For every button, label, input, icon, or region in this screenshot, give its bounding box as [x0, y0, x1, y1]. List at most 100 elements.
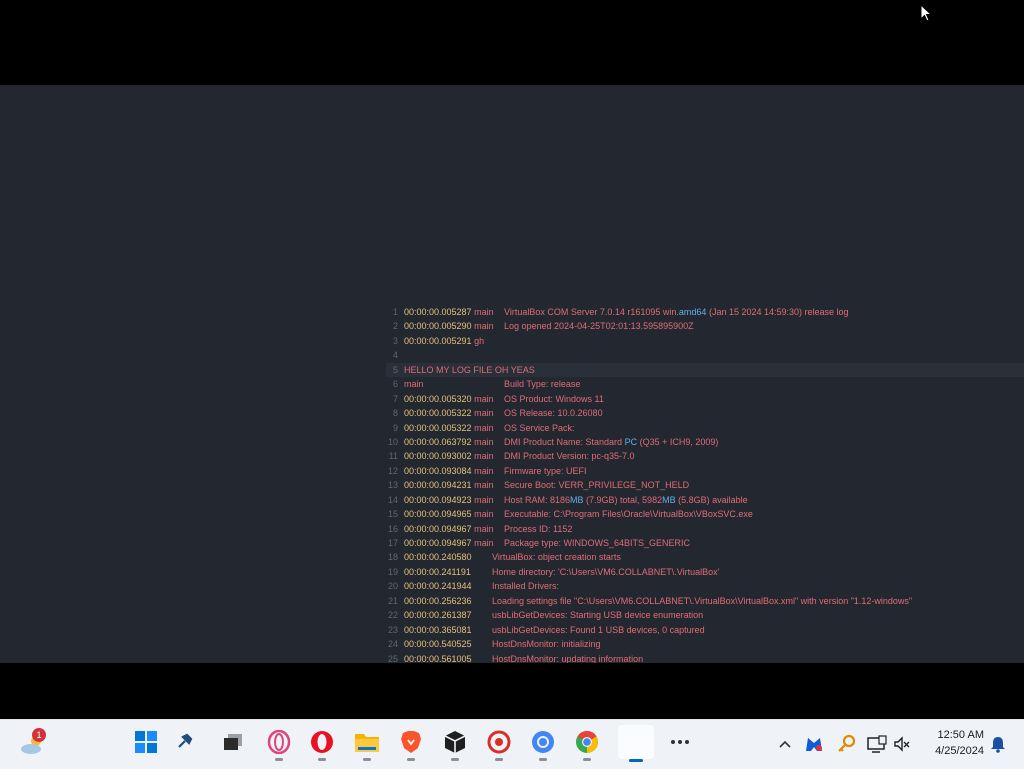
- log-thread: main: [404, 379, 424, 390]
- file-explorer-icon[interactable]: [354, 729, 380, 761]
- log-message: Process ID: 1152: [504, 523, 573, 534]
- line-number: 24: [387, 639, 398, 650]
- log-message: DMI Product Version: pc-q35-7.0: [504, 451, 635, 462]
- log-prefix: 00:00:00.094923 main: [404, 493, 504, 507]
- log-message: Loading settings file "C:\Users\VM6.COLL…: [492, 595, 913, 606]
- log-line: 16 00:00:00.094967 main Process ID: 1152: [386, 522, 1024, 536]
- log-prefix: 00:00:00.094967 main: [404, 522, 504, 536]
- line-number: 15: [387, 509, 398, 520]
- chromium-icon[interactable]: [530, 729, 556, 761]
- log-timestamp: 00:00:00.256236: [404, 595, 472, 606]
- log-line: 12 00:00:00.093084 main Firmware type: UEF…: [386, 464, 1024, 478]
- task-view-icon[interactable]: [220, 729, 246, 755]
- log-prefix: 00:00:00.365081: [404, 623, 492, 637]
- log-timestamp: 00:00:00.261387: [404, 610, 472, 621]
- log-line: 5 HELLO MY LOG FILE OH YEAS: [386, 362, 1024, 378]
- log-line: 4: [386, 348, 1024, 362]
- log-line: 20 00:00:00.241944 Installed Drivers:: [386, 579, 1024, 593]
- log-message: HostDnsMonitor: initializing: [492, 639, 601, 650]
- key-icon[interactable]: [833, 731, 859, 757]
- top-black-area: [0, 0, 1024, 85]
- line-number: 17: [387, 538, 398, 548]
- log-line: 23 00:00:00.365081 usbLibGetDevices: Foun…: [386, 623, 1024, 637]
- line-number: 19: [387, 566, 398, 577]
- log-line: 15 00:00:00.094965 main Executable: C:\Pro…: [386, 507, 1024, 521]
- log-message-rest: (Q35 + ICH9, 2009): [637, 436, 719, 447]
- start-icon[interactable]: [133, 729, 159, 755]
- log-prefix: 00:00:00.094967 main: [404, 536, 504, 550]
- volume-muted-icon[interactable]: [889, 731, 915, 757]
- tools-icon[interactable]: [172, 729, 198, 755]
- log-prefix: 00:00:00.256236: [404, 594, 492, 608]
- log-prefix: 00:00:00.094965 main: [404, 507, 504, 521]
- line-number: 20: [387, 581, 398, 592]
- log-prefix: 00:00:00.093084 main: [404, 464, 504, 478]
- clock-time: 12:50 AM: [937, 729, 984, 741]
- opera-icon[interactable]: [309, 729, 335, 761]
- log-thread: main: [474, 451, 494, 462]
- log-prefix: 00:00:00.005287 main: [404, 305, 504, 319]
- log-prefix: 00:00:00.561005: [404, 652, 492, 664]
- log-line: 8 00:00:00.005322 main OS Release: 10.0.26…: [386, 406, 1024, 420]
- log-thread: main: [474, 408, 494, 419]
- brave-icon[interactable]: [398, 729, 424, 761]
- log-message: usbLibGetDevices: Starting USB device en…: [492, 610, 704, 621]
- log-prefix: 00:00:00.094231 main: [404, 478, 504, 492]
- log-message: OS Product: Windows 11: [504, 393, 604, 404]
- log-message: Log opened 2024-04-25T02:01:13.595895900…: [504, 321, 694, 332]
- log-prefix: 00:00:00.005290 main: [404, 319, 504, 333]
- log-message: OS Service Pack:: [504, 422, 575, 433]
- network-icon[interactable]: [864, 731, 890, 757]
- log-line: 19 00:00:00.241191 Home directory: 'C:\Us…: [386, 565, 1024, 579]
- log-message: HostDnsMonitor: updating information: [492, 653, 644, 664]
- log-prefix: 00:00:00.005320 main: [404, 392, 504, 406]
- line-number: 23: [387, 624, 398, 635]
- log-type-token: MB: [662, 494, 676, 505]
- app-icon[interactable]: [486, 729, 512, 761]
- clock[interactable]: 12:50 AM 4/25/2024: [935, 727, 984, 759]
- log-prefix: main: [404, 377, 504, 391]
- log-timestamp: 00:00:00.241191: [404, 566, 471, 577]
- log-thread: main: [474, 321, 494, 332]
- chevron-up-icon[interactable]: [772, 731, 798, 757]
- log-timestamp: 00:00:00.005290: [404, 321, 475, 332]
- log-timestamp: 00:00:00.005291: [404, 335, 475, 346]
- line-number: 16: [387, 523, 398, 534]
- bottom-black-band: [0, 663, 1024, 719]
- log-thread: main: [474, 494, 494, 505]
- log-timestamp: 00:00:00.063792: [404, 436, 475, 447]
- blank-app-icon[interactable]: [618, 725, 654, 762]
- log-thread: main: [474, 465, 494, 476]
- log-message: Host RAM: 8186: [504, 494, 571, 505]
- log-line: 3 00:00:00.005291 gh: [386, 334, 1024, 348]
- log-message-rest: (Jan 15 2024 14:59:30) release log: [706, 307, 849, 317]
- notification-bell-icon[interactable]: [985, 731, 1011, 757]
- opera-gx-icon[interactable]: [266, 729, 292, 761]
- log-type-token: amd64: [678, 307, 707, 317]
- chrome-icon[interactable]: [574, 729, 600, 761]
- log-prefix: 00:00:00.005322 main: [404, 421, 504, 435]
- log-line: 24 00:00:00.540525 HostDnsMonitor: initia…: [386, 637, 1024, 651]
- log-timestamp: 00:00:00.005287: [404, 307, 475, 317]
- log-message: VirtualBox: object creation starts: [492, 552, 621, 563]
- log-editor[interactable]: 1 00:00:00.005287 main VirtualBox COM Serv…: [0, 85, 1024, 663]
- log-line: 6 main Build Type: release: [386, 377, 1024, 391]
- line-number: 4: [392, 350, 398, 361]
- log-timestamp: 00:00:00.540525: [404, 639, 472, 650]
- log-line: 17 00:00:00.094967 main Package type: WIND…: [386, 536, 1024, 550]
- line-number: 9: [392, 422, 398, 433]
- log-prefix: 00:00:00.241944: [404, 579, 492, 593]
- log-type-token: PC: [624, 436, 638, 447]
- log-line: 7 00:00:00.005320 main OS Product: Windows…: [386, 392, 1024, 406]
- log-message: Executable: C:\Program Files\Oracle\Virt…: [504, 509, 753, 520]
- line-number: 13: [387, 480, 398, 491]
- more-icon[interactable]: [667, 729, 693, 755]
- log-timestamp: 00:00:00.365081: [404, 624, 472, 635]
- malwarebytes-icon[interactable]: [801, 731, 827, 757]
- box-icon[interactable]: [442, 729, 468, 761]
- log-prefix: 00:00:00.005291 gh: [404, 334, 504, 348]
- log-line: 21 00:00:00.256236 Loading settings file …: [386, 594, 1024, 608]
- line-number: 6: [392, 379, 398, 390]
- line-number: 22: [387, 610, 398, 621]
- line-number: 5: [392, 364, 398, 375]
